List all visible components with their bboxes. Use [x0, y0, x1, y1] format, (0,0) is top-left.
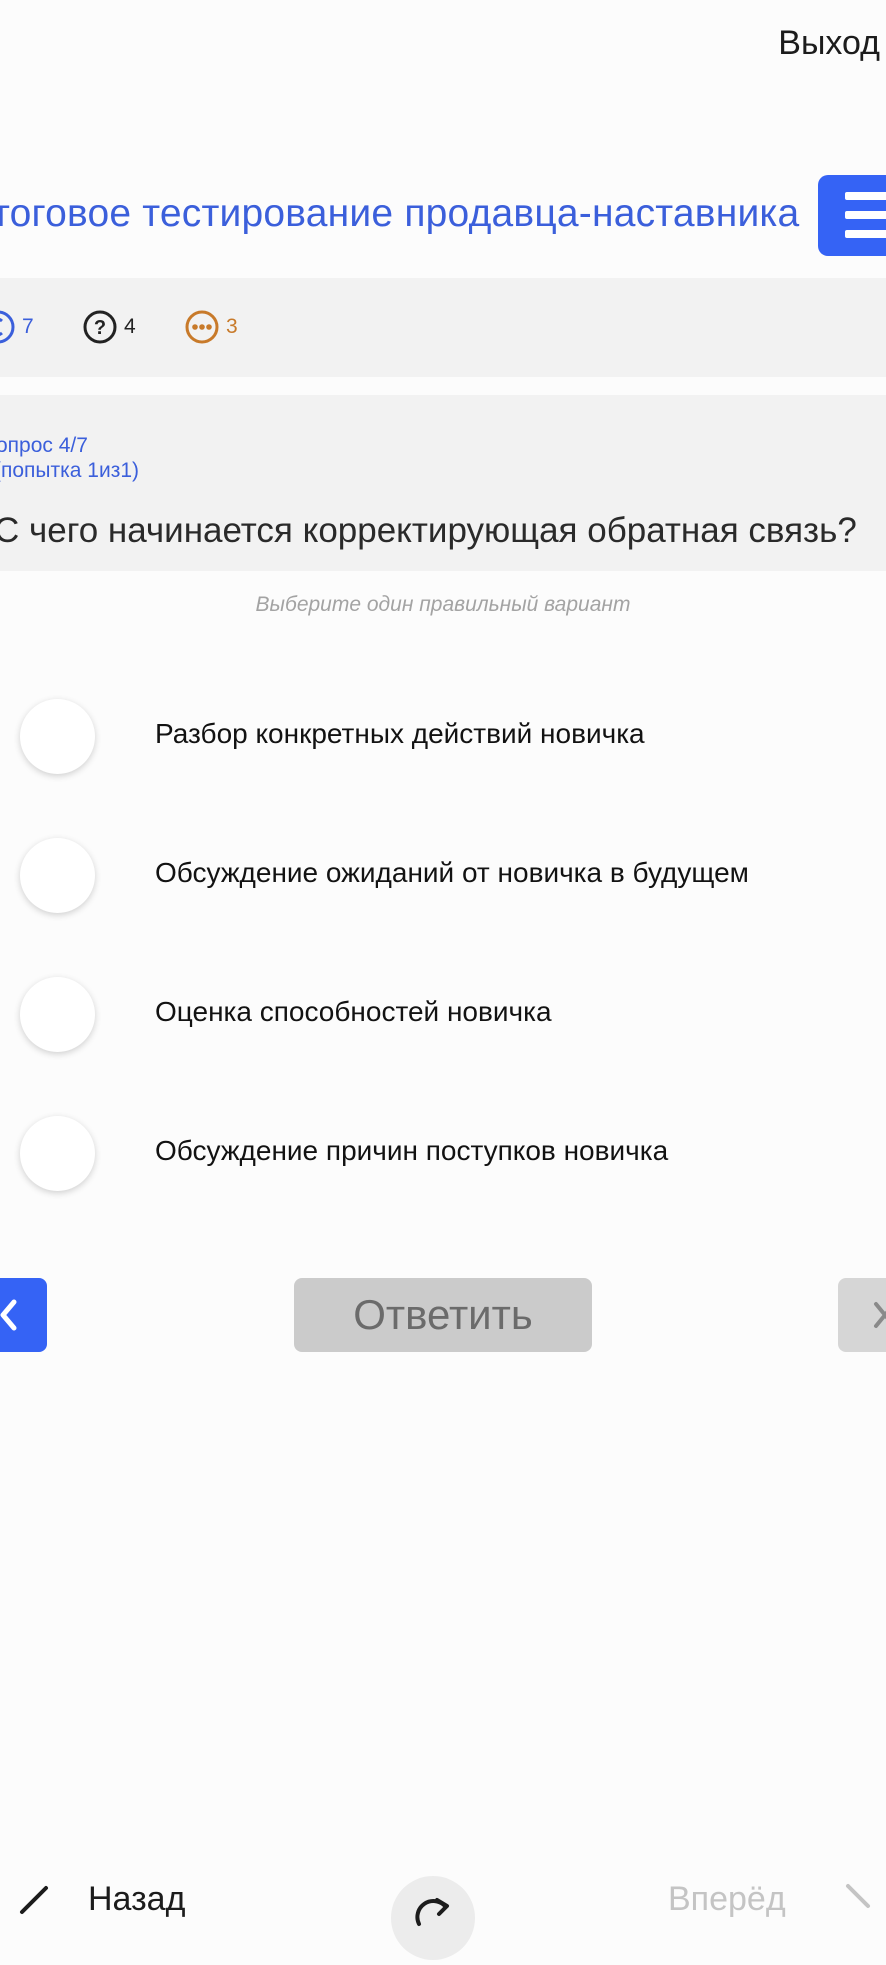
answer-option[interactable]: Разбор конкретных действий новичка	[0, 678, 886, 798]
question-stats-bar: 7 ? 4 3	[0, 278, 886, 377]
question-mark-icon: ?	[83, 310, 117, 344]
answer-option-label: Разбор конкретных действий новичка	[155, 718, 645, 749]
answer-hint: Выберите один правильный вариант	[255, 593, 631, 616]
radio-button[interactable]	[20, 699, 95, 774]
answer-option-label: Обсуждение ожиданий от новичка в будущем	[155, 857, 749, 888]
forward-arrow-icon[interactable]	[842, 1880, 882, 1920]
next-question-button[interactable]	[838, 1278, 886, 1352]
menu-button[interactable]	[818, 175, 886, 256]
question-number: опрос 4/7	[0, 434, 88, 457]
stat-unanswered-count: 4	[124, 315, 136, 338]
bottom-navigation: Назад Вперёд	[0, 1860, 886, 1960]
stat-answered-count: 7	[22, 315, 34, 338]
reload-icon	[415, 1898, 449, 1926]
page-title: тоговое тестирование продавца-наставника	[0, 192, 800, 235]
menu-icon	[845, 192, 886, 200]
exit-link[interactable]: Выход	[778, 24, 880, 63]
question-card: опрос 4/7 (попытка 1из1) С чего начинает…	[0, 395, 886, 571]
stat-skipped[interactable]: 3	[184, 309, 238, 345]
answer-option[interactable]: Оценка способностей новичка	[0, 956, 886, 1076]
answer-button[interactable]: Ответить	[294, 1278, 592, 1352]
previous-question-button[interactable]	[0, 1278, 47, 1352]
answered-check-icon	[0, 310, 15, 344]
close-icon	[874, 1302, 886, 1328]
more-dots-icon	[185, 310, 219, 344]
radio-button[interactable]	[20, 838, 95, 913]
stat-answered[interactable]: 7	[0, 309, 34, 345]
question-attempt: (попытка 1из1)	[0, 459, 140, 482]
stat-skipped-count: 3	[226, 315, 238, 338]
chevron-left-icon	[0, 1299, 17, 1331]
radio-button[interactable]	[20, 1116, 95, 1191]
answer-option-label: Обсуждение причин поступков новичка	[155, 1135, 669, 1166]
back-button-label[interactable]: Назад	[88, 1880, 185, 1919]
svg-text:?: ?	[94, 317, 106, 339]
reload-button[interactable]	[391, 1876, 475, 1960]
answer-option[interactable]: Обсуждение ожиданий от новичка в будущем	[0, 817, 886, 937]
answer-option[interactable]: Обсуждение причин поступков новичка	[0, 1095, 886, 1215]
answer-option-label: Оценка способностей новичка	[155, 996, 552, 1027]
question-text: С чего начинается корректирующая обратна…	[0, 511, 857, 550]
forward-button-label[interactable]: Вперёд	[668, 1880, 786, 1919]
radio-button[interactable]	[20, 977, 95, 1052]
stat-unanswered[interactable]: ? 4	[82, 309, 136, 345]
back-arrow-icon[interactable]	[14, 1880, 54, 1920]
